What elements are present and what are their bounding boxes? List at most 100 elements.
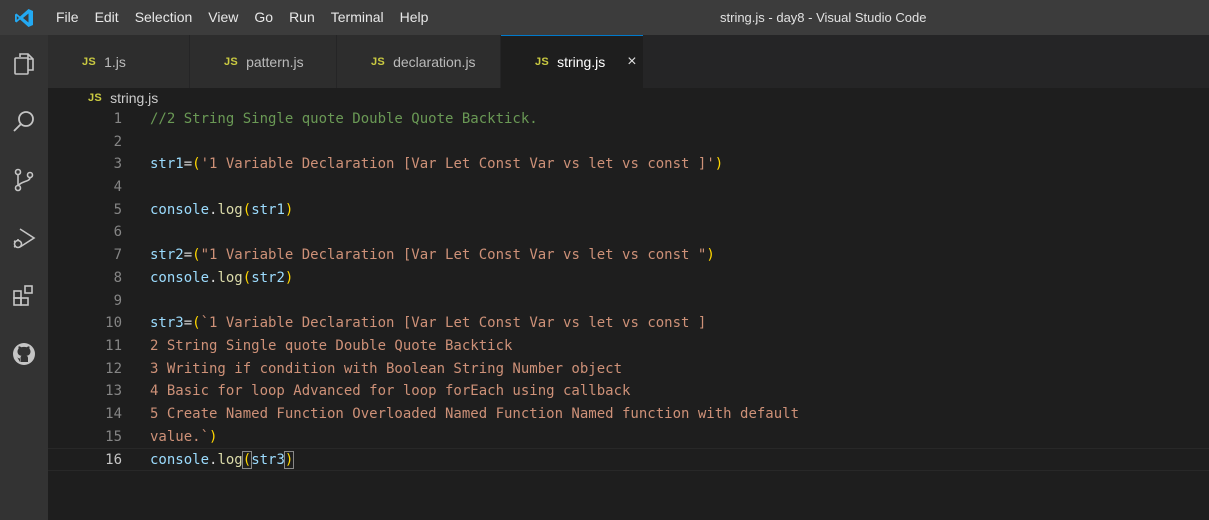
menu-terminal[interactable]: Terminal — [323, 0, 392, 35]
line-number: 1 — [113, 111, 122, 127]
token-str: value.` — [150, 428, 210, 445]
tab-label: declaration.js — [393, 53, 476, 70]
token-var: str1 — [150, 156, 184, 173]
line-number: 16 — [105, 452, 122, 469]
token-str: `1 Variable Declaration [Var Let Const V… — [200, 315, 707, 332]
code-line[interactable]: 13 4 Basic for loop Advanced for loop for… — [48, 380, 1209, 403]
token-var: str2 — [150, 247, 184, 264]
line-number: 14 — [105, 405, 122, 422]
code-line[interactable]: 9 — [48, 290, 1209, 313]
line-number: 9 — [113, 292, 122, 309]
token-var: console — [150, 452, 210, 469]
menu-view[interactable]: View — [200, 0, 246, 35]
tab-declaration-js[interactable]: JS declaration.js — [337, 35, 501, 88]
token-comment: //2 String Single quote Double Quote Bac… — [150, 111, 538, 127]
tab-string-js[interactable]: JS string.js × — [501, 35, 644, 88]
token-var: str3 — [251, 452, 285, 469]
github-icon[interactable] — [0, 325, 48, 383]
code-line[interactable]: 5 console.log(str1) — [48, 199, 1209, 222]
code-text: str1=('1 Variable Declaration [Var Let C… — [150, 153, 723, 176]
code-text: 5 Create Named Function Overloaded Named… — [150, 403, 799, 426]
token-paren: ( — [192, 156, 201, 173]
code-text: str2=("1 Variable Declaration [Var Let C… — [150, 244, 715, 267]
code-line[interactable]: 14 5 Create Named Function Overloaded Nam… — [48, 403, 1209, 426]
title-bar: File Edit Selection View Go Run Terminal Help s… — [0, 0, 1209, 35]
token-str: "1 Variable Declaration [Var Let Const V… — [200, 247, 707, 264]
token-var: str2 — [251, 269, 285, 286]
code-line[interactable]: 8 console.log(str2) — [48, 267, 1209, 290]
editor-tab-bar: JS 1.js JS pattern.js JS declaration.js JS stri… — [48, 35, 1209, 88]
tab-label: string.js — [557, 53, 606, 70]
token-str: 3 Writing if condition with Boolean Stri… — [150, 360, 623, 377]
menu-run[interactable]: Run — [281, 0, 323, 35]
code-line[interactable]: 1 //2 String Single quote Double Quote Ba… — [48, 108, 1209, 131]
breadcrumb[interactable]: JS string.js — [88, 88, 158, 108]
token-str: 4 Basic for loop Advanced for loop forEa… — [150, 383, 631, 400]
token-var: console — [150, 201, 210, 218]
js-file-icon: JS — [535, 55, 550, 68]
tab-1-js[interactable]: JS 1.js — [48, 35, 190, 88]
menu-help[interactable]: Help — [392, 0, 437, 35]
code-line[interactable]: 12 3 Writing if condition with Boolean St… — [48, 358, 1209, 381]
code-line[interactable]: 11 2 String Single quote Double Quote Bac… — [48, 335, 1209, 358]
token-fn: log — [217, 269, 243, 286]
activity-bar — [0, 35, 48, 520]
run-debug-icon[interactable] — [0, 209, 48, 267]
line-number: 7 — [113, 247, 122, 264]
menu-edit[interactable]: Edit — [87, 0, 127, 35]
code-text: console.log(str2) — [150, 267, 293, 290]
js-file-icon: JS — [88, 92, 103, 104]
token-paren: ) — [284, 269, 294, 286]
code-text: 3 Writing if condition with Boolean Stri… — [150, 358, 622, 381]
js-file-icon: JS — [224, 55, 239, 68]
close-icon[interactable]: × — [627, 53, 636, 71]
tab-pattern-js[interactable]: JS pattern.js — [190, 35, 337, 88]
code-text: value.`) — [150, 426, 217, 449]
menu-go[interactable]: Go — [246, 0, 281, 35]
explorer-icon[interactable] — [0, 35, 48, 93]
token-paren: ( — [242, 201, 252, 218]
line-number: 3 — [113, 156, 122, 173]
line-number: 15 — [105, 428, 122, 445]
breadcrumb-file[interactable]: string.js — [110, 90, 158, 106]
js-file-icon: JS — [371, 55, 386, 68]
code-text: console.log(str1) — [150, 199, 293, 222]
token-var: str3 — [150, 315, 184, 332]
menu-selection[interactable]: Selection — [127, 0, 201, 35]
code-line[interactable]: 7 str2=("1 Variable Declaration [Var Let … — [48, 244, 1209, 267]
code-text: console.log(str3) — [150, 449, 295, 472]
code-line[interactable]: 6 — [48, 221, 1209, 244]
token-paren: ) — [209, 428, 218, 445]
code-line[interactable]: 16 console.log(str3) — [48, 448, 1209, 471]
code-line[interactable]: 15 value.`) — [48, 426, 1209, 449]
extensions-icon[interactable] — [0, 267, 48, 325]
line-number: 6 — [113, 224, 122, 241]
window-title: string.js - day8 - Visual Studio Code — [720, 10, 927, 25]
source-control-icon[interactable] — [0, 151, 48, 209]
vscode-logo-icon[interactable] — [0, 0, 48, 35]
token-paren: ( — [242, 269, 252, 286]
token-paren: ) — [283, 451, 295, 470]
code-line[interactable]: 2 — [48, 131, 1209, 154]
token-fn: log — [217, 452, 243, 469]
menu-bar: File Edit Selection View Go Run Terminal Help — [48, 0, 436, 35]
line-number: 13 — [105, 383, 122, 400]
token-paren: ) — [284, 201, 294, 218]
line-number: 11 — [105, 337, 122, 354]
token-paren: ( — [192, 247, 201, 264]
code-line[interactable]: 10 str3=(`1 Variable Declaration [Var Let… — [48, 312, 1209, 335]
token-str: 2 String Single quote Double Quote Backt… — [150, 337, 513, 354]
token-var: str1 — [251, 201, 285, 218]
code-line[interactable]: 4 — [48, 176, 1209, 199]
code-editor[interactable]: 1 //2 String Single quote Double Quote Ba… — [48, 108, 1209, 520]
line-number: 5 — [113, 201, 122, 218]
token-plain: = — [183, 247, 193, 264]
line-number: 4 — [113, 179, 122, 196]
search-icon[interactable] — [0, 93, 48, 151]
code-line[interactable]: 3 str1=('1 Variable Declaration [Var Let … — [48, 153, 1209, 176]
token-plain: = — [183, 315, 193, 332]
menu-file[interactable]: File — [48, 0, 87, 35]
line-number: 8 — [113, 269, 122, 286]
line-number: 2 — [113, 133, 122, 150]
code-text: 4 Basic for loop Advanced for loop forEa… — [150, 380, 630, 403]
